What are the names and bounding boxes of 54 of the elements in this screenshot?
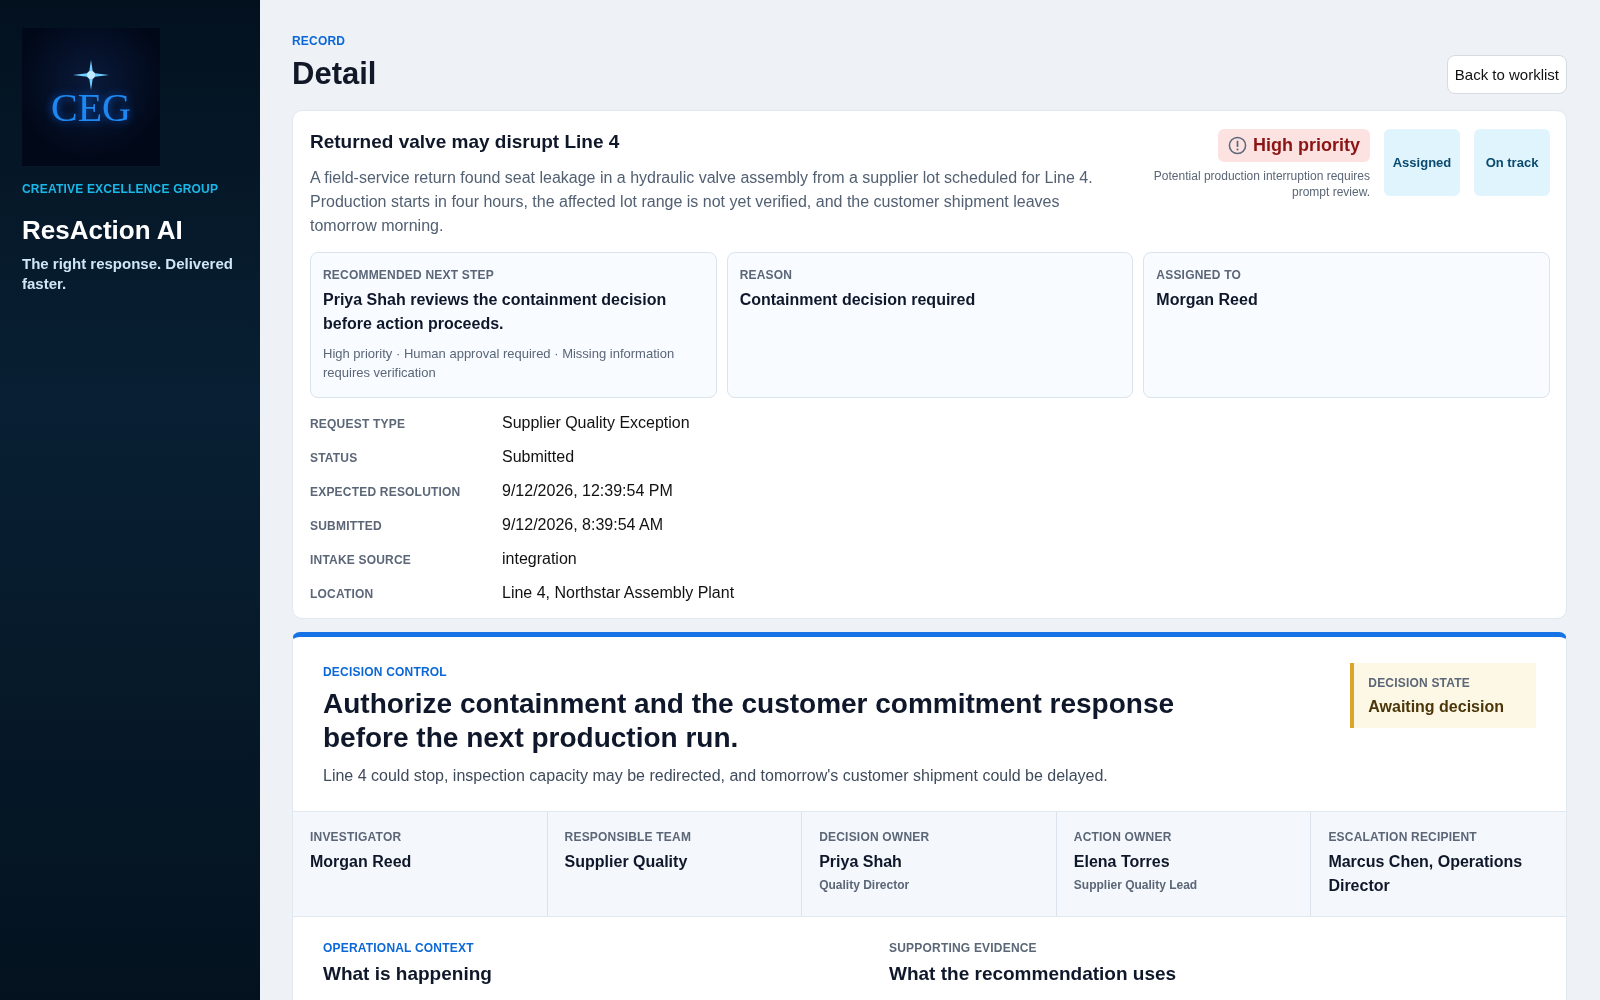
card-label: ASSIGNED TO <box>1156 268 1242 282</box>
section-heading: What the recommendation uses <box>889 963 1178 985</box>
field-value: 9/12/2026, 12:39:54 PM <box>502 482 674 500</box>
field-label: EXPECTED RESOLUTION <box>310 485 462 499</box>
priority-badge: High priority <box>1218 129 1370 162</box>
field-value: Supplier Quality Exception <box>502 414 691 432</box>
field-value: Line 4, Northstar Assembly Plant <box>502 584 736 602</box>
person-name: Marcus Chen, Operations Director <box>1328 852 1524 896</box>
card-label: RECOMMENDED NEXT STEP <box>323 268 495 282</box>
person-title: Quality Director <box>819 878 911 892</box>
field-label: STATUS <box>310 451 359 465</box>
status-badge: Assigned <box>1384 129 1460 196</box>
record-description: A field-service return found seat leakage in a hydraulic valve assembly from a supplier lot scheduled for Line 4. Production starts in four hours, the affected lot range is not yet verified, and the customer shipment leaves tomorrow morning. <box>310 168 1094 236</box>
back-button[interactable]: Back to worklist <box>1446 55 1567 94</box>
alert-icon <box>1228 136 1247 155</box>
role-label: INVESTIGATOR <box>310 830 403 844</box>
card-label: REASON <box>739 268 794 282</box>
role-label: ESCALATION RECIPIENT <box>1328 830 1478 844</box>
field-label: INTAKE SOURCE <box>310 553 413 567</box>
state-value: Awaiting decision <box>1368 698 1504 716</box>
person-name: Supplier Quality <box>564 852 689 872</box>
role-label: RESPONSIBLE TEAM <box>564 830 693 844</box>
field-label: REQUEST TYPE <box>310 417 407 431</box>
logo-text: CEG <box>51 88 131 128</box>
decision-title: Authorize containment and the customer commitment response before the next production run. <box>323 687 1176 755</box>
state-label: DECISION STATE <box>1368 676 1471 690</box>
organization-name: CREATIVE EXCELLENCE GROUP <box>22 182 220 196</box>
decision-eyebrow: DECISION CONTROL <box>323 665 448 679</box>
card-value: Containment decision required <box>739 290 977 310</box>
decision-description: Line 4 could stop, inspection capacity may be redirected, and tomorrow's customer shipment could be delayed. <box>323 767 1109 785</box>
person-title: Supplier Quality Lead <box>1073 878 1199 892</box>
card-value: Morgan Reed <box>1156 290 1259 310</box>
field-label: SUBMITTED <box>310 519 383 533</box>
priority-note: Potential production interruption requires prompt review. <box>1152 168 1370 200</box>
status-badge: On track <box>1474 129 1550 196</box>
app-name: ResAction AI <box>22 215 184 246</box>
field-value: Submitted <box>502 448 576 466</box>
role-label: DECISION OWNER <box>819 830 931 844</box>
field-value: 9/12/2026, 8:39:54 AM <box>502 516 664 534</box>
page-eyebrow: RECORD <box>292 34 347 48</box>
person-name: Elena Torres <box>1073 852 1171 872</box>
role-label: ACTION OWNER <box>1073 830 1173 844</box>
section-eyebrow: OPERATIONAL CONTEXT <box>323 941 475 955</box>
card-note: High priority · Human approval required · Missing information requires verification <box>323 345 676 382</box>
page-title: Detail <box>292 56 377 92</box>
person-name: Priya Shah <box>819 852 903 872</box>
field-label: LOCATION <box>310 587 375 601</box>
card-value: Priya Shah reviews the containment decision before action proceeds. <box>323 290 668 334</box>
section-heading: What is happening <box>323 963 493 985</box>
field-value: integration <box>502 550 578 568</box>
person-name: Morgan Reed <box>310 852 413 872</box>
record-title: Returned valve may disrupt Line 4 <box>310 131 621 153</box>
section-eyebrow: SUPPORTING EVIDENCE <box>889 941 1038 955</box>
tagline: The right response. Delivered faster. <box>22 254 234 294</box>
